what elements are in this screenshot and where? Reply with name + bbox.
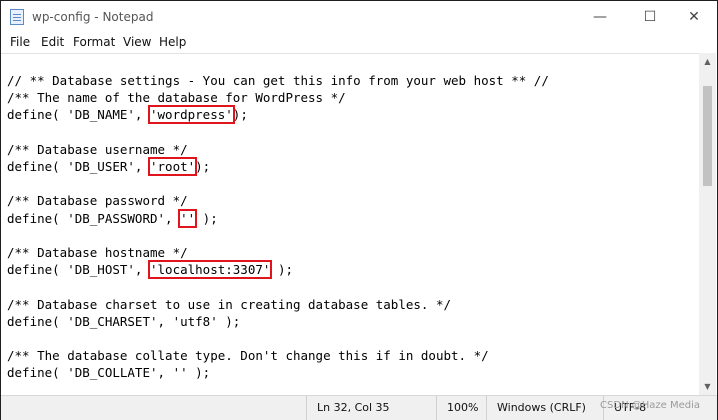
vertical-scrollbar[interactable]: ▲ ▼ — [699, 53, 716, 395]
code-text: define( 'DB_PASSWORD', — [7, 210, 181, 226]
close-button[interactable]: ✕ — [671, 1, 717, 33]
code-text: define( 'DB_HOST', — [7, 262, 150, 278]
editor-line: // ** Database settings - You can get th… — [7, 73, 549, 88]
scrollbar-thumb[interactable] — [703, 86, 712, 186]
editor-line: /** Database username */ — [7, 141, 188, 157]
menu-format[interactable]: Format — [73, 35, 115, 49]
menu-bar: File Edit Format View Help — [1, 33, 717, 53]
minimize-button[interactable]: — — [577, 1, 623, 33]
menu-edit[interactable]: Edit — [41, 35, 64, 49]
menu-view[interactable]: View — [123, 35, 151, 49]
scroll-down-icon[interactable]: ▼ — [699, 378, 716, 395]
editor-line: /** Database charset to use in creating … — [7, 296, 452, 312]
editor-line: /** Database hostname */ — [7, 245, 188, 260]
editor-line: define( 'DB_CHARSET', 'utf8' ); — [7, 313, 241, 329]
code-text: define( 'DB_NAME', — [7, 107, 150, 123]
watermark: CSDN @Haze Media — [600, 400, 700, 411]
maximize-button[interactable]: ☐ — [627, 1, 673, 33]
title-bar: wp-config - Notepad — ☐ ✕ — [1, 1, 717, 33]
code-text: ); — [270, 262, 293, 278]
notepad-icon — [10, 9, 24, 25]
editor-line: define( 'DB_PASSWORD', '' ); — [7, 208, 218, 228]
editor-line: define( 'DB_COLLATE', '' ); — [7, 365, 211, 381]
notepad-window: wp-config - Notepad — ☐ ✕ File Edit Form… — [0, 0, 718, 420]
highlighted-value: 'localhost:3307' — [147, 260, 273, 280]
zoom-level: 100% — [436, 396, 486, 420]
editor-line: /** The database collate type. Don't cha… — [7, 348, 489, 364]
code-text: define( 'DB_USER', — [7, 159, 150, 174]
scroll-up-icon[interactable]: ▲ — [699, 53, 716, 70]
code-text: ); — [232, 107, 248, 123]
highlighted-value: '' — [178, 208, 198, 228]
editor-line: /** The name of the database for WordPre… — [7, 90, 346, 106]
editor-line: define( 'DB_USER', 'root'); — [7, 157, 211, 176]
text-editor[interactable]: // ** Database settings - You can get th… — [1, 53, 700, 396]
window-title: wp-config - Notepad — [32, 10, 154, 24]
line-ending: Windows (CRLF) — [486, 396, 603, 420]
code-text: ); — [195, 159, 211, 174]
editor-line: define( 'DB_NAME', 'wordpress'); — [7, 105, 248, 125]
code-text: ); — [195, 210, 218, 226]
cursor-position: Ln 32, Col 35 — [306, 396, 436, 420]
menu-help[interactable]: Help — [159, 35, 186, 49]
highlighted-value: 'root' — [147, 157, 198, 176]
editor-line: define( 'DB_HOST', 'localhost:3307' ); — [7, 260, 293, 280]
highlighted-value: 'wordpress' — [148, 105, 235, 125]
editor-line: /** Database password */ — [7, 193, 188, 209]
menu-file[interactable]: File — [10, 35, 30, 49]
